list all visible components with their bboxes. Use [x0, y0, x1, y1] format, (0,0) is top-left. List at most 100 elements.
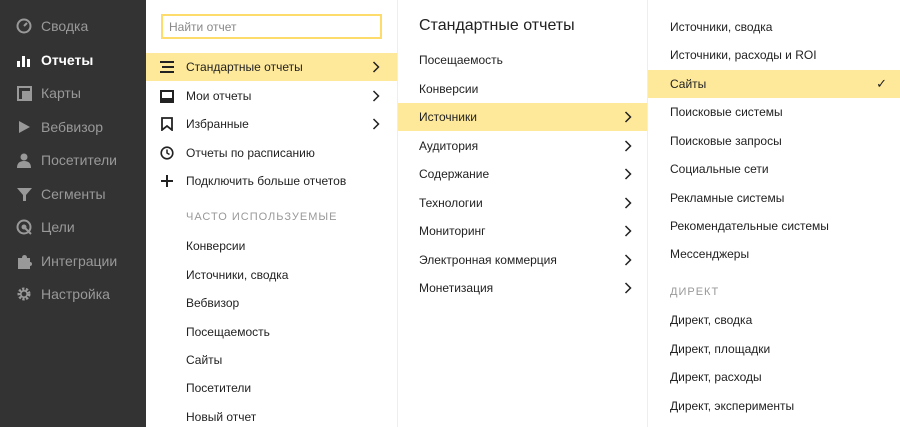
panel-title: Стандартные отчеты	[419, 17, 575, 34]
section-title-direct: ДИРЕКТ	[670, 286, 720, 298]
plus-icon	[159, 173, 175, 189]
sources-item[interactable]: Источники, сводка	[648, 13, 900, 41]
standard-item-label: Мониторинг	[419, 224, 486, 238]
sources-item-label: Сайты	[670, 77, 707, 91]
sidebar-item-label: Отчеты	[41, 52, 94, 68]
sources-item-label: Поисковые системы	[670, 105, 783, 119]
standard-item-sources[interactable]: Источники	[398, 103, 648, 131]
gear-icon	[15, 285, 33, 303]
sources-item[interactable]: Рекомендательные системы	[648, 212, 900, 240]
menu-item-label: Избранные	[186, 117, 249, 131]
standard-item-content[interactable]: Содержание	[398, 160, 648, 188]
standard-item-label: Электронная коммерция	[419, 253, 557, 267]
sidebar-item-label: Сводка	[41, 18, 89, 34]
sidebar-item-reports[interactable]: Отчеты	[0, 48, 146, 72]
sidebar-item-goals[interactable]: Цели	[0, 215, 146, 239]
chevron-right-icon	[624, 282, 632, 294]
direct-item-label: Директ, расходы	[670, 370, 762, 384]
menu-item-scheduled-reports[interactable]: Отчеты по расписанию	[146, 139, 397, 167]
menu-item-connect-more[interactable]: Подключить больше отчетов	[146, 167, 397, 195]
sources-item-label: Источники, сводка	[670, 20, 773, 34]
standard-item-ecommerce[interactable]: Электронная коммерция	[398, 246, 648, 274]
sources-item[interactable]: Источники, расходы и ROI	[648, 41, 900, 69]
sources-item-label: Мессенджеры	[670, 247, 750, 261]
chevron-right-icon	[624, 254, 632, 266]
standard-item-technology[interactable]: Технологии	[398, 189, 648, 217]
frequent-item[interactable]: Вебвизор	[186, 296, 239, 310]
sources-item-label: Рекламные системы	[670, 191, 785, 205]
sources-item[interactable]: Социальные сети	[648, 155, 900, 183]
standard-item-label: Монетизация	[419, 281, 494, 295]
direct-item[interactable]: Директ, сводка	[648, 306, 900, 334]
menu-item-standard-reports[interactable]: Стандартные отчеты	[146, 53, 397, 81]
sources-item-label: Источники, расходы и ROI	[670, 48, 817, 62]
standard-item-label: Конверсии	[419, 82, 479, 96]
direct-item[interactable]: Директ, площадки	[648, 335, 900, 363]
checkmark-icon: ✓	[876, 76, 887, 91]
sidebar-item-summary[interactable]: Сводка	[0, 14, 146, 38]
sources-item[interactable]: Поисковые системы	[648, 98, 900, 126]
bar-chart-icon	[15, 51, 33, 69]
sidebar-item-label: Вебвизор	[41, 119, 104, 135]
standard-item-label: Технологии	[419, 196, 483, 210]
sources-item-label: Рекомендательные системы	[670, 219, 829, 233]
menu-item-my-reports[interactable]: Мои отчеты	[146, 82, 397, 110]
person-icon	[15, 151, 33, 169]
direct-item-label: Директ, сводка	[670, 313, 753, 327]
standard-item-label: Аудитория	[419, 139, 479, 153]
menu-item-label: Подключить больше отчетов	[186, 174, 347, 188]
chevron-right-icon	[372, 90, 380, 102]
menu-item-label: Мои отчеты	[186, 89, 252, 103]
sources-item[interactable]: Мессенджеры	[648, 240, 900, 268]
standard-item-conversions[interactable]: Конверсии	[398, 75, 648, 103]
standard-item-monitoring[interactable]: Мониторинг	[398, 217, 648, 245]
bookmark-icon	[159, 116, 175, 132]
sidebar-item-segments[interactable]: Сегменты	[0, 182, 146, 206]
sidebar-item-label: Сегменты	[41, 186, 106, 202]
menu-item-label: Стандартные отчеты	[186, 60, 303, 74]
reports-menu: Стандартные отчеты Мои отчеты Избранные …	[146, 0, 397, 427]
sidebar-item-settings[interactable]: Настройка	[0, 282, 146, 306]
sidebar-item-visitors[interactable]: Посетители	[0, 148, 146, 172]
sources-item[interactable]: Рекламные системы	[648, 184, 900, 212]
sidebar-item-label: Карты	[41, 85, 81, 101]
sources-item-sites[interactable]: Сайты ✓	[648, 70, 900, 98]
frequent-item[interactable]: Посетители	[186, 381, 251, 395]
clock-icon	[159, 145, 175, 161]
frequent-item[interactable]: Сайты	[186, 353, 222, 367]
frequent-item[interactable]: Новый отчет	[186, 410, 256, 424]
standard-reports-panel: Стандартные отчеты Посещаемость Конверси…	[397, 0, 648, 427]
frequent-item[interactable]: Источники, сводка	[186, 268, 288, 282]
frequent-item[interactable]: Посещаемость	[186, 325, 270, 339]
sources-item[interactable]: Поисковые запросы	[648, 127, 900, 155]
direct-item[interactable]: Директ, расходы	[648, 363, 900, 391]
sources-item-label: Поисковые запросы	[670, 134, 782, 148]
standard-item-monetization[interactable]: Монетизация	[398, 274, 648, 302]
standard-item-attendance[interactable]: Посещаемость	[398, 46, 648, 74]
direct-item[interactable]: Директ, эксперименты	[648, 392, 900, 420]
play-icon	[15, 118, 33, 136]
standard-item-label: Содержание	[419, 167, 490, 181]
chevron-right-icon	[624, 140, 632, 152]
map-icon	[15, 84, 33, 102]
chevron-right-icon	[624, 197, 632, 209]
search-input[interactable]	[161, 14, 382, 39]
sidebar-item-label: Настройка	[41, 286, 110, 302]
standard-item-audience[interactable]: Аудитория	[398, 132, 648, 160]
standard-item-label: Посещаемость	[419, 53, 503, 67]
inbox-icon	[159, 88, 175, 104]
frequent-item[interactable]: Конверсии	[186, 239, 245, 253]
menu-item-favorites[interactable]: Избранные	[146, 110, 397, 138]
chevron-right-icon	[624, 168, 632, 180]
sources-panel: Источники, сводка Источники, расходы и R…	[647, 0, 900, 427]
sidebar-item-webvisor[interactable]: Вебвизор	[0, 115, 146, 139]
sidebar: Сводка Отчеты Карты Вебвизор Посетители …	[0, 0, 146, 427]
sidebar-item-label: Посетители	[41, 152, 117, 168]
chevron-right-icon	[372, 61, 380, 73]
list-icon	[159, 59, 175, 75]
menu-item-label: Отчеты по расписанию	[186, 146, 315, 160]
sidebar-item-maps[interactable]: Карты	[0, 81, 146, 105]
chevron-right-icon	[624, 225, 632, 237]
sources-item-label: Социальные сети	[670, 162, 769, 176]
sidebar-item-integrations[interactable]: Интеграции	[0, 249, 146, 273]
